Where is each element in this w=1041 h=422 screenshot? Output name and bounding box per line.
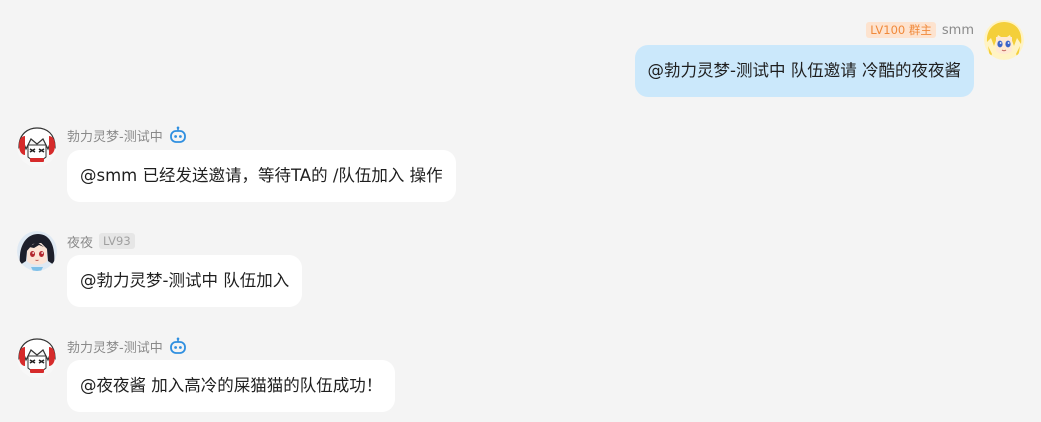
chat-message-list[interactable]: LV100 群主 smm @勃力灵梦-测试中 队伍邀请 冷酷的夜夜酱 勃力灵梦-… bbox=[0, 0, 1041, 422]
message-bubble[interactable]: @勃力灵梦-测试中 队伍邀请 冷酷的夜夜酱 bbox=[634, 45, 974, 97]
message-bubble[interactable]: @夜夜酱 加入高冷的屎猫猫的队伍成功！ bbox=[67, 360, 396, 412]
avatar[interactable] bbox=[17, 231, 57, 271]
owner-badge: LV100 群主 bbox=[866, 22, 936, 38]
message-bubble[interactable]: @勃力灵梦-测试中 队伍加入 bbox=[67, 255, 303, 307]
white-hair-bot-avatar bbox=[17, 338, 57, 378]
sender-info: 勃力灵梦-测试中 bbox=[67, 336, 187, 356]
sender-info: 勃力灵梦-测试中 bbox=[67, 125, 187, 145]
blonde-girl-avatar bbox=[984, 20, 1024, 60]
message-bubble[interactable]: @smm 已经发送邀请，等待TA的 /队伍加入 操作 bbox=[67, 150, 456, 202]
white-hair-bot-avatar bbox=[17, 127, 57, 167]
level-badge: LV93 bbox=[99, 233, 135, 249]
sender-name[interactable]: 夜夜 bbox=[67, 232, 93, 251]
dark-hair-girl-avatar bbox=[17, 231, 57, 271]
sender-name[interactable]: 勃力灵梦-测试中 bbox=[67, 337, 163, 356]
sender-name[interactable]: smm bbox=[942, 23, 974, 38]
avatar[interactable] bbox=[17, 127, 57, 167]
sender-info: 夜夜 LV93 bbox=[67, 231, 135, 251]
bot-icon bbox=[169, 126, 187, 144]
sender-info: LV100 群主 smm bbox=[866, 20, 974, 40]
avatar[interactable] bbox=[17, 338, 57, 378]
avatar[interactable] bbox=[984, 20, 1024, 60]
bot-icon bbox=[169, 337, 187, 355]
sender-name[interactable]: 勃力灵梦-测试中 bbox=[67, 126, 163, 145]
